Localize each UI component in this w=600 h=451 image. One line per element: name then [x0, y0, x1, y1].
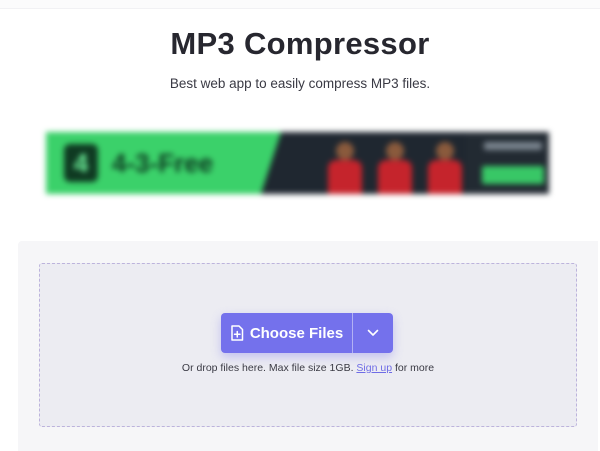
upload-section: Choose Files Or drop files here. Max fil…: [18, 241, 598, 451]
upload-hint-suffix: for more: [394, 362, 435, 374]
ad-text: 4-3-Free: [112, 148, 214, 178]
file-dropzone[interactable]: Choose Files Or drop files here. Max fil…: [39, 263, 577, 427]
ad-cta-button[interactable]: [482, 166, 544, 184]
ad-player-image: [378, 142, 412, 194]
upload-hint: Or drop files here. Max file size 1GB. S…: [40, 362, 576, 374]
page-title: MP3 Compressor: [170, 26, 430, 61]
choose-source-dropdown-button[interactable]: [353, 313, 393, 353]
file-plus-icon: [230, 325, 244, 341]
ad-banner[interactable]: 4 4-3-Free: [46, 132, 549, 194]
ad-player-image: [328, 142, 362, 194]
page-subtitle: Best web app to easily compress MP3 file…: [169, 76, 431, 91]
ad-brand-logo: [484, 142, 542, 150]
top-bar: [0, 0, 600, 9]
upload-hint-text: Or drop files here. Max file size 1GB.: [181, 362, 354, 374]
choose-files-button-group: Choose Files: [221, 313, 393, 353]
page: MP3 Compressor Best web app to easily co…: [0, 0, 600, 451]
ad-player-image: [428, 142, 462, 194]
choose-files-button[interactable]: Choose Files: [221, 313, 352, 353]
choose-files-label: Choose Files: [249, 324, 344, 342]
signup-link[interactable]: Sign up: [356, 362, 392, 374]
chevron-down-icon: [367, 324, 379, 342]
ad-number-badge: 4: [64, 144, 98, 182]
